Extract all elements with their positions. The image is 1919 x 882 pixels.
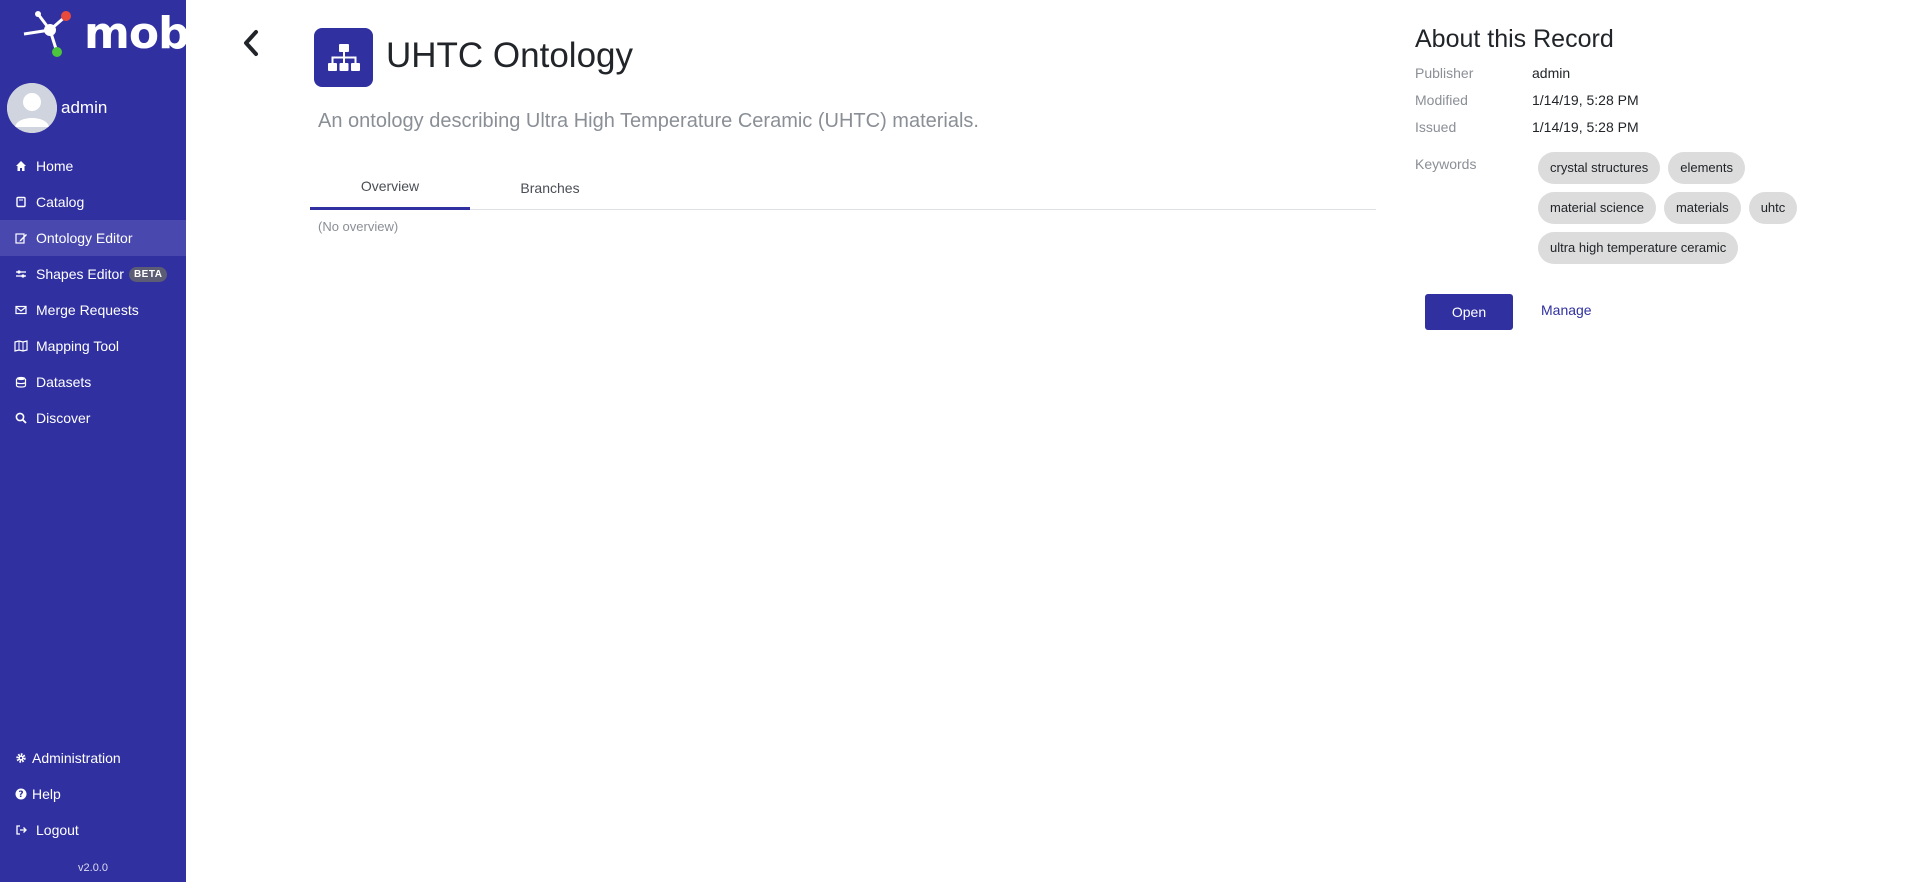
nav-item-datasets[interactable]: Datasets [0, 364, 186, 400]
record-description: An ontology describing Ultra High Temper… [318, 110, 979, 132]
nav-item-merge-requests[interactable]: Merge Requests [0, 292, 186, 328]
nav-label: Ontology Editor [36, 230, 133, 246]
nav-item-help[interactable]: ? Help [0, 776, 186, 812]
nav-label: Merge Requests [36, 302, 139, 318]
user-avatar-icon [7, 83, 57, 133]
nav-label: Home [36, 158, 74, 174]
app-version: v2.0.0 [78, 862, 108, 874]
modified-label: Modified [1415, 92, 1468, 108]
record-tabs: Overview Branches [310, 165, 1376, 210]
keyword-chip[interactable]: uhtc [1748, 192, 1798, 224]
manage-link[interactable]: Manage [1541, 302, 1592, 318]
nav-item-logout[interactable]: Logout [0, 812, 186, 848]
database-icon [14, 375, 28, 389]
avatar [7, 83, 57, 133]
nav-label: Shapes Editor [36, 266, 124, 282]
nav-item-ontology-editor[interactable]: Ontology Editor [0, 220, 186, 256]
overview-content: (No overview) [318, 219, 399, 234]
about-record-title: About this Record [1415, 25, 1614, 53]
bottom-nav: Administration ? Help Logout [0, 740, 186, 848]
keyword-chip[interactable]: crystal structures [1538, 152, 1661, 184]
keyword-chip[interactable]: materials [1663, 192, 1741, 224]
beta-badge: BETA [128, 266, 168, 282]
nav-item-home[interactable]: Home [0, 148, 186, 184]
publisher-value: admin [1532, 65, 1571, 81]
nav-item-discover[interactable]: Discover [0, 400, 186, 436]
issued-value: 1/14/19, 5:28 PM [1532, 119, 1639, 135]
chevron-left-icon [244, 30, 258, 56]
gear-icon [14, 751, 28, 765]
search-icon [14, 411, 28, 425]
nav-item-catalog[interactable]: Catalog [0, 184, 186, 220]
publisher-label: Publisher [1415, 65, 1474, 81]
nav-label: Catalog [36, 194, 85, 210]
envelope-icon [14, 303, 28, 317]
open-button[interactable]: Open [1425, 294, 1513, 330]
keywords-label: Keywords [1415, 156, 1477, 172]
shapes-icon [14, 267, 28, 281]
edit-icon [14, 231, 28, 245]
keyword-chip[interactable]: material science [1538, 192, 1656, 224]
svg-text:?: ? [18, 790, 23, 800]
home-icon [14, 159, 28, 173]
user-profile[interactable]: admin [7, 82, 107, 134]
nav-label: Help [32, 786, 61, 802]
nav-item-administration[interactable]: Administration [0, 740, 186, 776]
sidebar: mobi admin Home Catalog Ontology Editor … [0, 0, 204, 882]
map-icon [14, 339, 28, 353]
tab-overview[interactable]: Overview [310, 165, 470, 210]
back-button[interactable] [236, 26, 266, 60]
logout-icon [14, 823, 28, 837]
modified-value: 1/14/19, 5:28 PM [1532, 92, 1639, 108]
tab-branches[interactable]: Branches [470, 165, 630, 210]
nav-item-shapes-editor[interactable]: Shapes Editor BETA [0, 256, 186, 292]
username: admin [61, 98, 108, 117]
nav-label: Mapping Tool [36, 338, 120, 354]
nav-item-mapping-tool[interactable]: Mapping Tool [0, 328, 186, 364]
ontology-record-icon [314, 28, 373, 87]
question-icon: ? [14, 787, 28, 801]
issued-label: Issued [1415, 119, 1457, 135]
sitemap-icon [327, 43, 360, 71]
keywords-list: crystal structures elements material sci… [1538, 152, 1823, 272]
nav-label: Administration [32, 750, 121, 766]
keyword-chip[interactable]: ultra high temperature ceramic [1538, 232, 1739, 264]
nav-label: Logout [36, 822, 79, 838]
book-icon [14, 195, 28, 209]
logo-graph-icon [23, 11, 71, 57]
record-title: UHTC Ontology [386, 36, 634, 75]
keyword-chip[interactable]: elements [1668, 152, 1745, 184]
main-nav: Home Catalog Ontology Editor Shapes Edit… [0, 148, 186, 436]
nav-label: Datasets [36, 374, 92, 390]
logo-text: mobi [84, 8, 204, 59]
mobi-logo[interactable]: mobi [20, 6, 204, 60]
nav-label: Discover [36, 410, 91, 426]
